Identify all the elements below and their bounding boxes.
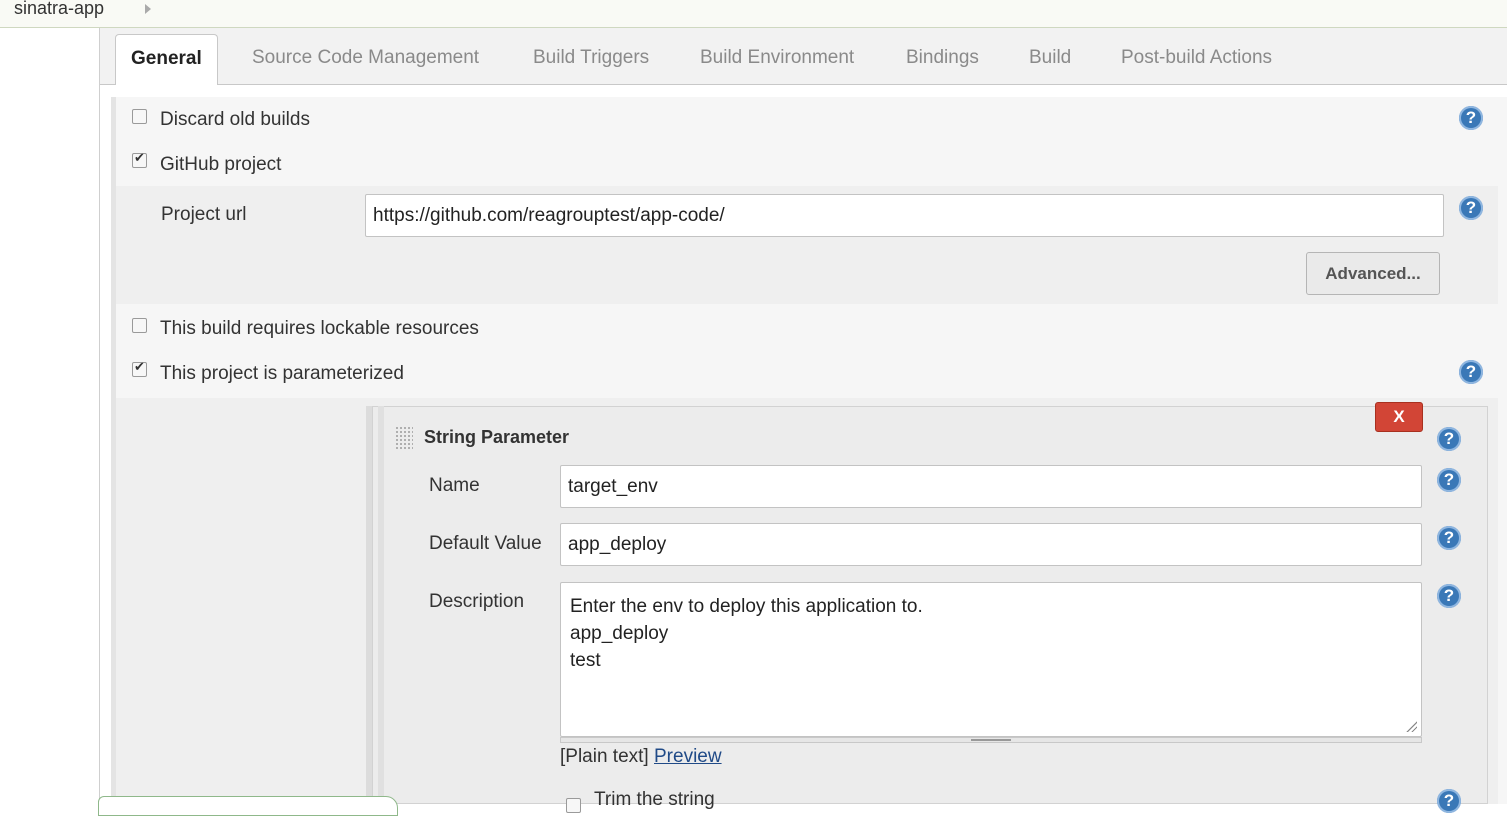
markup-format-note: [Plain text] Preview xyxy=(560,746,722,768)
resize-grip-icon[interactable] xyxy=(1405,720,1417,732)
preview-link[interactable]: Preview xyxy=(654,746,722,767)
github-project-checkbox[interactable] xyxy=(132,150,147,168)
tab-build-triggers[interactable]: Build Triggers xyxy=(533,47,649,69)
help-icon[interactable]: ? xyxy=(1437,584,1461,608)
plain-text-label: [Plain text] xyxy=(560,746,649,767)
parameter-name-input[interactable] xyxy=(560,465,1422,508)
tab-general-label: General xyxy=(131,48,202,69)
parameter-name-label: Name xyxy=(429,475,480,496)
default-value-label: Default Value xyxy=(429,533,542,554)
help-icon[interactable]: ? xyxy=(1437,427,1461,451)
parameterized-label[interactable]: This project is parameterized xyxy=(160,363,404,385)
breadcrumb-project-link[interactable]: sinatra-app xyxy=(14,0,104,19)
advanced-button[interactable]: Advanced... xyxy=(1306,252,1440,295)
trim-string-label[interactable]: Trim the string xyxy=(594,789,715,811)
discard-old-builds-checkbox[interactable] xyxy=(132,109,147,124)
help-icon[interactable]: ? xyxy=(1437,526,1461,550)
default-value-input[interactable] xyxy=(560,523,1422,566)
help-icon[interactable]: ? xyxy=(1459,360,1483,384)
parameter-inner-rule xyxy=(378,406,384,804)
delete-parameter-button[interactable]: X xyxy=(1375,402,1423,432)
drag-handle-icon[interactable] xyxy=(395,426,413,450)
textarea-resize-bar[interactable] xyxy=(560,737,1422,743)
tab-post-build-actions[interactable]: Post-build Actions xyxy=(1121,47,1272,69)
tab-general[interactable]: General xyxy=(115,34,218,85)
breadcrumb-arrow-icon[interactable] xyxy=(145,4,151,14)
help-icon[interactable]: ? xyxy=(1437,468,1461,492)
tab-build[interactable]: Build xyxy=(1029,47,1071,69)
breadcrumb: sinatra-app xyxy=(0,0,1507,28)
string-parameter-title: String Parameter xyxy=(424,427,570,447)
help-icon[interactable]: ? xyxy=(1437,789,1461,813)
project-url-label: Project url xyxy=(161,204,247,225)
lockable-resources-label[interactable]: This build requires lockable resources xyxy=(160,318,479,340)
help-icon[interactable]: ? xyxy=(1459,196,1483,220)
description-label: Description xyxy=(429,591,525,612)
footer-panel-tab xyxy=(98,796,398,816)
github-project-label[interactable]: GitHub project xyxy=(160,154,281,176)
discard-old-builds-label[interactable]: Discard old builds xyxy=(160,109,310,131)
description-textarea[interactable]: Enter the env to deploy this application… xyxy=(560,582,1422,737)
trim-string-checkbox[interactable] xyxy=(566,798,581,813)
project-url-input[interactable] xyxy=(365,194,1444,237)
lockable-resources-checkbox[interactable] xyxy=(132,318,147,333)
tab-build-environment[interactable]: Build Environment xyxy=(700,47,854,69)
tab-bindings[interactable]: Bindings xyxy=(906,47,979,69)
parameterized-checkbox[interactable] xyxy=(132,359,147,377)
help-icon[interactable]: ? xyxy=(1459,106,1483,130)
tab-source-code-management[interactable]: Source Code Management xyxy=(252,47,479,69)
